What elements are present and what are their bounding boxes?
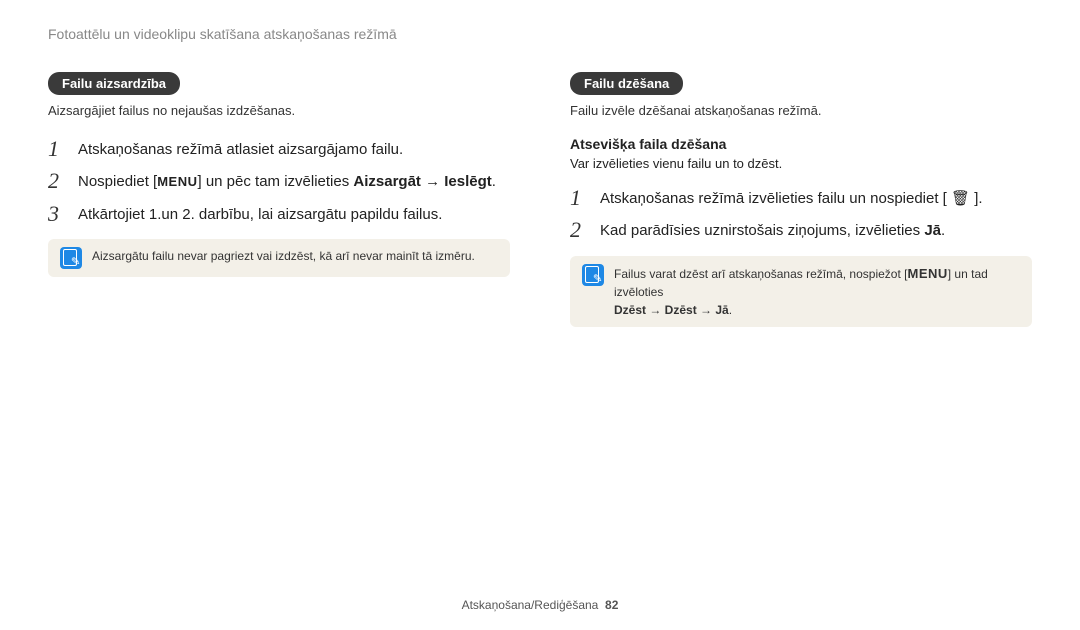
text-fragment: Nospiediet [ [78, 173, 157, 190]
note-box: Aizsargātu failu nevar pagriezt vai izdz… [48, 239, 510, 277]
menu-icon: MENU [157, 174, 197, 189]
text-fragment: . [941, 222, 945, 239]
step-number: 1 [48, 136, 66, 162]
step-text: Atkārtojiet 1.un 2. darbību, lai aizsarg… [78, 201, 442, 227]
step-number: 2 [48, 168, 66, 194]
step-text: Nospiediet [MENU] un pēc tam izvēlieties… [78, 168, 496, 194]
page-header: Fotoattēlu un videoklipu skatīšana atska… [48, 26, 1032, 42]
step-number: 1 [570, 185, 588, 211]
protection-description: Aizsargājiet failus no nejaušas izdzēšan… [48, 103, 510, 118]
sub-heading: Atsevišķa faila dzēšana [570, 136, 1032, 152]
step-text: Atskaņošanas režīmā izvēlieties failu un… [600, 185, 983, 211]
page-number: 82 [605, 598, 618, 612]
step-number: 3 [48, 201, 66, 227]
text-fragment: Failus varat dzēst arī atskaņošanas režī… [614, 267, 907, 281]
menu-icon: MENU [907, 266, 947, 281]
note-box: Failus varat dzēst arī atskaņošanas režī… [570, 256, 1032, 328]
bold-text: Aizsargāt → Ieslēgt [353, 173, 491, 190]
step-2: 2 Kad parādīsies uznirstošais ziņojums, … [570, 217, 1032, 243]
note-text: Failus varat dzēst arī atskaņošanas režī… [614, 264, 1020, 320]
step-text: Kad parādīsies uznirstošais ziņojums, iz… [600, 217, 945, 243]
bold-text: Jā [924, 222, 941, 239]
section-title-delete: Failu dzēšana [570, 72, 683, 95]
sub-description: Var izvēlieties vienu failu un to dzēst. [570, 156, 1032, 171]
left-column: Failu aizsardzība Aizsargājiet failus no… [48, 72, 510, 327]
text-fragment: ]. [970, 190, 983, 207]
note-text: Aizsargātu failu nevar pagriezt vai izdz… [92, 247, 475, 265]
text-fragment: Kad parādīsies uznirstošais ziņojums, iz… [600, 222, 924, 239]
text-fragment: . [492, 173, 496, 190]
page-footer: Atskaņošana/Rediģēšana 82 [0, 598, 1080, 612]
trash-icon: 🗑 [951, 191, 970, 206]
step-1: 1 Atskaņošanas režīmā izvēlieties failu … [570, 185, 1032, 211]
step-2: 2 Nospiediet [MENU] un pēc tam izvēlieti… [48, 168, 510, 194]
delete-description: Failu izvēle dzēšanai atskaņošanas režīm… [570, 103, 1032, 118]
step-text: Atskaņošanas režīmā atlasiet aizsargājam… [78, 136, 403, 162]
text-fragment: Atskaņošanas režīmā izvēlieties failu un… [600, 190, 951, 207]
footer-section: Atskaņošana/Rediģēšana [462, 598, 599, 612]
right-column: Failu dzēšana Failu izvēle dzēšanai atsk… [570, 72, 1032, 327]
step-3: 3 Atkārtojiet 1.un 2. darbību, lai aizsa… [48, 201, 510, 227]
note-icon [60, 247, 82, 269]
content-columns: Failu aizsardzība Aizsargājiet failus no… [48, 72, 1032, 327]
step-number: 2 [570, 217, 588, 243]
text-fragment: ] un pēc tam izvēlieties [198, 173, 354, 190]
step-1: 1 Atskaņošanas režīmā atlasiet aizsargāj… [48, 136, 510, 162]
bold-text: Dzēst → Dzēst → Jā [614, 303, 729, 317]
note-icon [582, 264, 604, 286]
text-fragment: . [729, 303, 732, 317]
section-title-protection: Failu aizsardzība [48, 72, 180, 95]
